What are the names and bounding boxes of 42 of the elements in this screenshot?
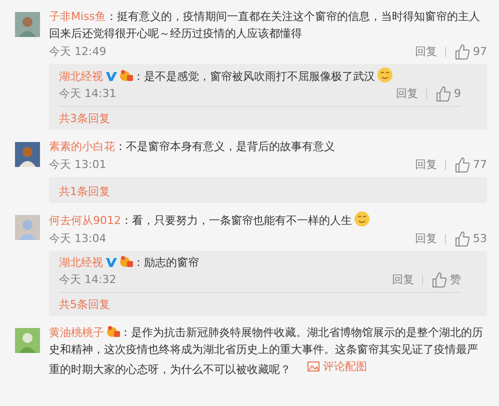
thumbs-up-icon [435,86,451,102]
timestamp: 今天 14:31 [59,86,116,101]
like-button[interactable]: 赞 [431,272,461,288]
thumbs-up-icon [431,272,447,288]
comment-text: 湖北经视 ：是不是感觉，窗帘被风吹雨打不屈服像极了武汉 [59,67,461,85]
username-link[interactable]: 湖北经视 [59,256,103,269]
username-link[interactable]: 湖北经视 [59,70,103,83]
reply-link[interactable]: 回复 [415,157,437,172]
username-link[interactable]: 子非Miss鱼 [49,10,106,23]
like-button[interactable]: 9 [435,86,461,102]
more-replies-link[interactable]: 共3条回复 [59,112,110,125]
thumbs-up-icon [454,156,470,172]
reply-link[interactable]: 回复 [415,44,437,59]
more-replies-link[interactable]: 共1条回复 [59,185,110,198]
more-replies-link[interactable]: 共5条回复 [59,298,110,311]
thumbs-up-icon [454,230,470,246]
comment-image-link[interactable]: 评论配图 [305,358,367,375]
thumbs-up-icon [454,44,470,60]
username-link[interactable]: 何去何从9012 [49,214,121,227]
image-icon [307,360,320,373]
member-badge-icon [106,325,120,338]
comment-text: 黄油桃桃子 ：是作为抗击新冠肺炎特展物件收藏。湖北省博物馆展示的是整个湖北的历史和精神，这次疫情也终将成为湖北省历史上的重大事件。这条窗帘其实见证了疫情最严重的时期大家的心态呀，为什么不可以被收藏呢？ 评论配图 [49,324,484,378]
comment-text: 素素的小白花：不是窗帘本身有意义，是背后的故事有意义 [49,139,336,155]
timestamp: 今天 12:49 [49,44,106,59]
username-link[interactable]: 黄油桃桃子 [49,326,104,339]
reply-link[interactable]: 回复 [396,86,418,101]
username-link[interactable]: 素素的小白花 [49,140,115,153]
member-badge-icon [119,255,133,268]
verified-icon [105,256,117,268]
reply-link[interactable]: 回复 [415,231,437,246]
timestamp: 今天 13:01 [49,157,106,172]
timestamp: 今天 13:04 [49,231,106,246]
reply-link[interactable]: 回复 [392,272,414,287]
like-button[interactable]: 97 [454,44,487,60]
member-badge-icon [119,69,133,82]
timestamp: 今天 14:32 [59,272,116,287]
like-button[interactable]: 53 [454,230,487,246]
comment-text: 何去何从9012：看，只要努力，一条窗帘也能有不一样的人生 [49,211,487,229]
comment-text: 湖北经视 ：励志的窗帘 [59,254,200,271]
comment-text: 子非Miss鱼：挺有意义的，疫情期间一直都在关注这个窗帘的信息，当时得知窗帘的主人回来后还觉得很开心呢～经历过疫情的人应该都懂得 [49,9,482,42]
like-button[interactable]: 77 [454,156,487,172]
verified-icon [105,70,117,82]
